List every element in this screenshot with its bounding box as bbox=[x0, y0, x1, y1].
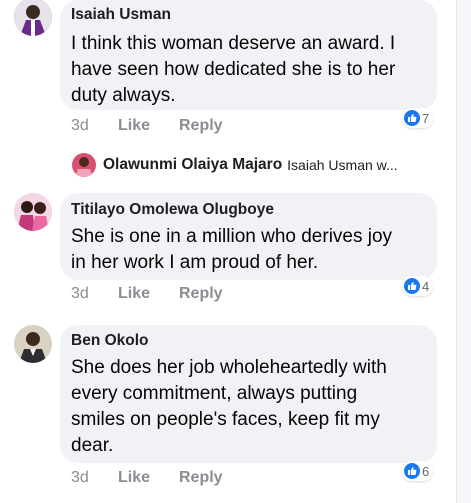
like-icon bbox=[404, 110, 420, 126]
avatar-olawunmi bbox=[72, 153, 96, 177]
reply-preview[interactable]: Olawunmi Olaiya Majaro Isaiah Usman w... bbox=[72, 153, 398, 177]
avatar-isaiah-usman[interactable] bbox=[14, 0, 52, 36]
side-panel-edge bbox=[456, 0, 471, 503]
comment-time[interactable]: 3d bbox=[71, 117, 89, 135]
avatar-titilayo[interactable] bbox=[14, 193, 52, 231]
reaction-count: 4 bbox=[422, 278, 430, 294]
like-button[interactable]: Like bbox=[118, 117, 150, 135]
reaction-summary[interactable]: 7 bbox=[402, 108, 434, 128]
reaction-summary[interactable]: 6 bbox=[402, 461, 434, 481]
comment-author[interactable]: Isaiah Usman bbox=[71, 6, 171, 24]
reply-author: Olawunmi Olaiya Majaro bbox=[103, 156, 283, 173]
like-button[interactable]: Like bbox=[118, 285, 150, 303]
like-icon bbox=[404, 463, 420, 479]
comment-time[interactable]: 3d bbox=[71, 285, 89, 303]
comment-time[interactable]: 3d bbox=[71, 469, 89, 487]
reaction-count: 6 bbox=[422, 463, 430, 479]
like-icon bbox=[404, 278, 420, 294]
comment-text: She does her job wholeheartedly with eve… bbox=[71, 357, 387, 456]
reply-button[interactable]: Reply bbox=[179, 469, 223, 487]
reply-snippet: Isaiah Usman w... bbox=[287, 157, 398, 173]
reply-button[interactable]: Reply bbox=[179, 285, 223, 303]
avatar-ben-okolo[interactable] bbox=[14, 325, 52, 363]
reaction-count: 7 bbox=[422, 110, 430, 126]
comment-author[interactable]: Titilayo Omolewa Olugboye bbox=[71, 201, 274, 219]
comment-text: I think this woman deserve an award. I h… bbox=[71, 33, 396, 106]
reply-button[interactable]: Reply bbox=[179, 117, 223, 135]
comment-text: She is one in a million who derives joy … bbox=[71, 226, 393, 273]
comment-author[interactable]: Ben Okolo bbox=[71, 332, 149, 350]
like-button[interactable]: Like bbox=[118, 469, 150, 487]
reaction-summary[interactable]: 4 bbox=[402, 276, 434, 296]
